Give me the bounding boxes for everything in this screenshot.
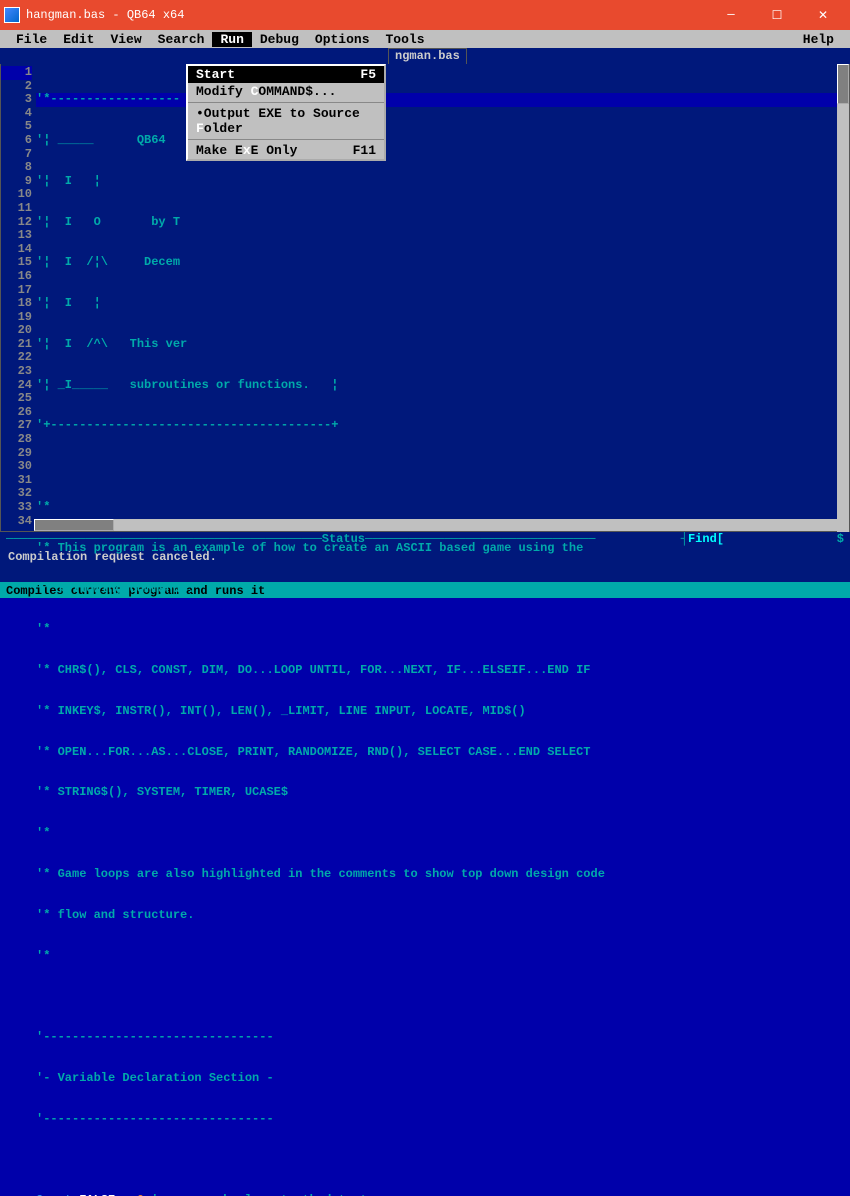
window-title: hangman.bas - QB64 x64 <box>26 8 708 22</box>
close-button[interactable]: ✕ <box>800 0 846 30</box>
scrollbar-horizontal[interactable] <box>34 519 837 531</box>
menu-tools[interactable]: Tools <box>378 32 433 47</box>
run-dropdown: StartF5 Modify COMMAND$... •Output EXE t… <box>186 64 386 161</box>
menu-debug[interactable]: Debug <box>252 32 307 47</box>
maximize-button[interactable]: ☐ <box>754 0 800 30</box>
code-area[interactable]: '*------------------ '¦ _____ QB64 '¦ I … <box>34 64 849 531</box>
scroll-thumb-v[interactable] <box>837 64 849 104</box>
scrollbar-vertical[interactable] <box>837 64 849 532</box>
gutter: 1234567891011121314151617181920212223242… <box>1 64 34 531</box>
menu-search[interactable]: Search <box>150 32 213 47</box>
menu-item-modify-command[interactable]: Modify COMMAND$... <box>188 83 384 100</box>
editor[interactable]: 1234567891011121314151617181920212223242… <box>0 64 850 532</box>
app-icon <box>4 7 20 23</box>
menu-item-output-exe[interactable]: •Output EXE to Source Folder <box>188 105 384 137</box>
menubar: File Edit View Search Run Debug Options … <box>0 30 850 48</box>
minimize-button[interactable]: ─ <box>708 0 754 30</box>
menu-help[interactable]: Help <box>795 32 842 47</box>
menu-edit[interactable]: Edit <box>55 32 102 47</box>
menu-item-make-exe[interactable]: Make ExE OnlyF11 <box>188 142 384 159</box>
menu-options[interactable]: Options <box>307 32 378 47</box>
menu-view[interactable]: View <box>102 32 149 47</box>
tabbar: ngman.bas <box>0 48 850 64</box>
menu-run[interactable]: Run <box>212 32 251 47</box>
tab-file[interactable]: ngman.bas <box>388 48 467 64</box>
scroll-thumb-h[interactable] <box>34 519 114 531</box>
menu-item-start[interactable]: StartF5 <box>188 66 384 83</box>
menu-file[interactable]: File <box>8 32 55 47</box>
titlebar: hangman.bas - QB64 x64 ─ ☐ ✕ <box>0 0 850 30</box>
